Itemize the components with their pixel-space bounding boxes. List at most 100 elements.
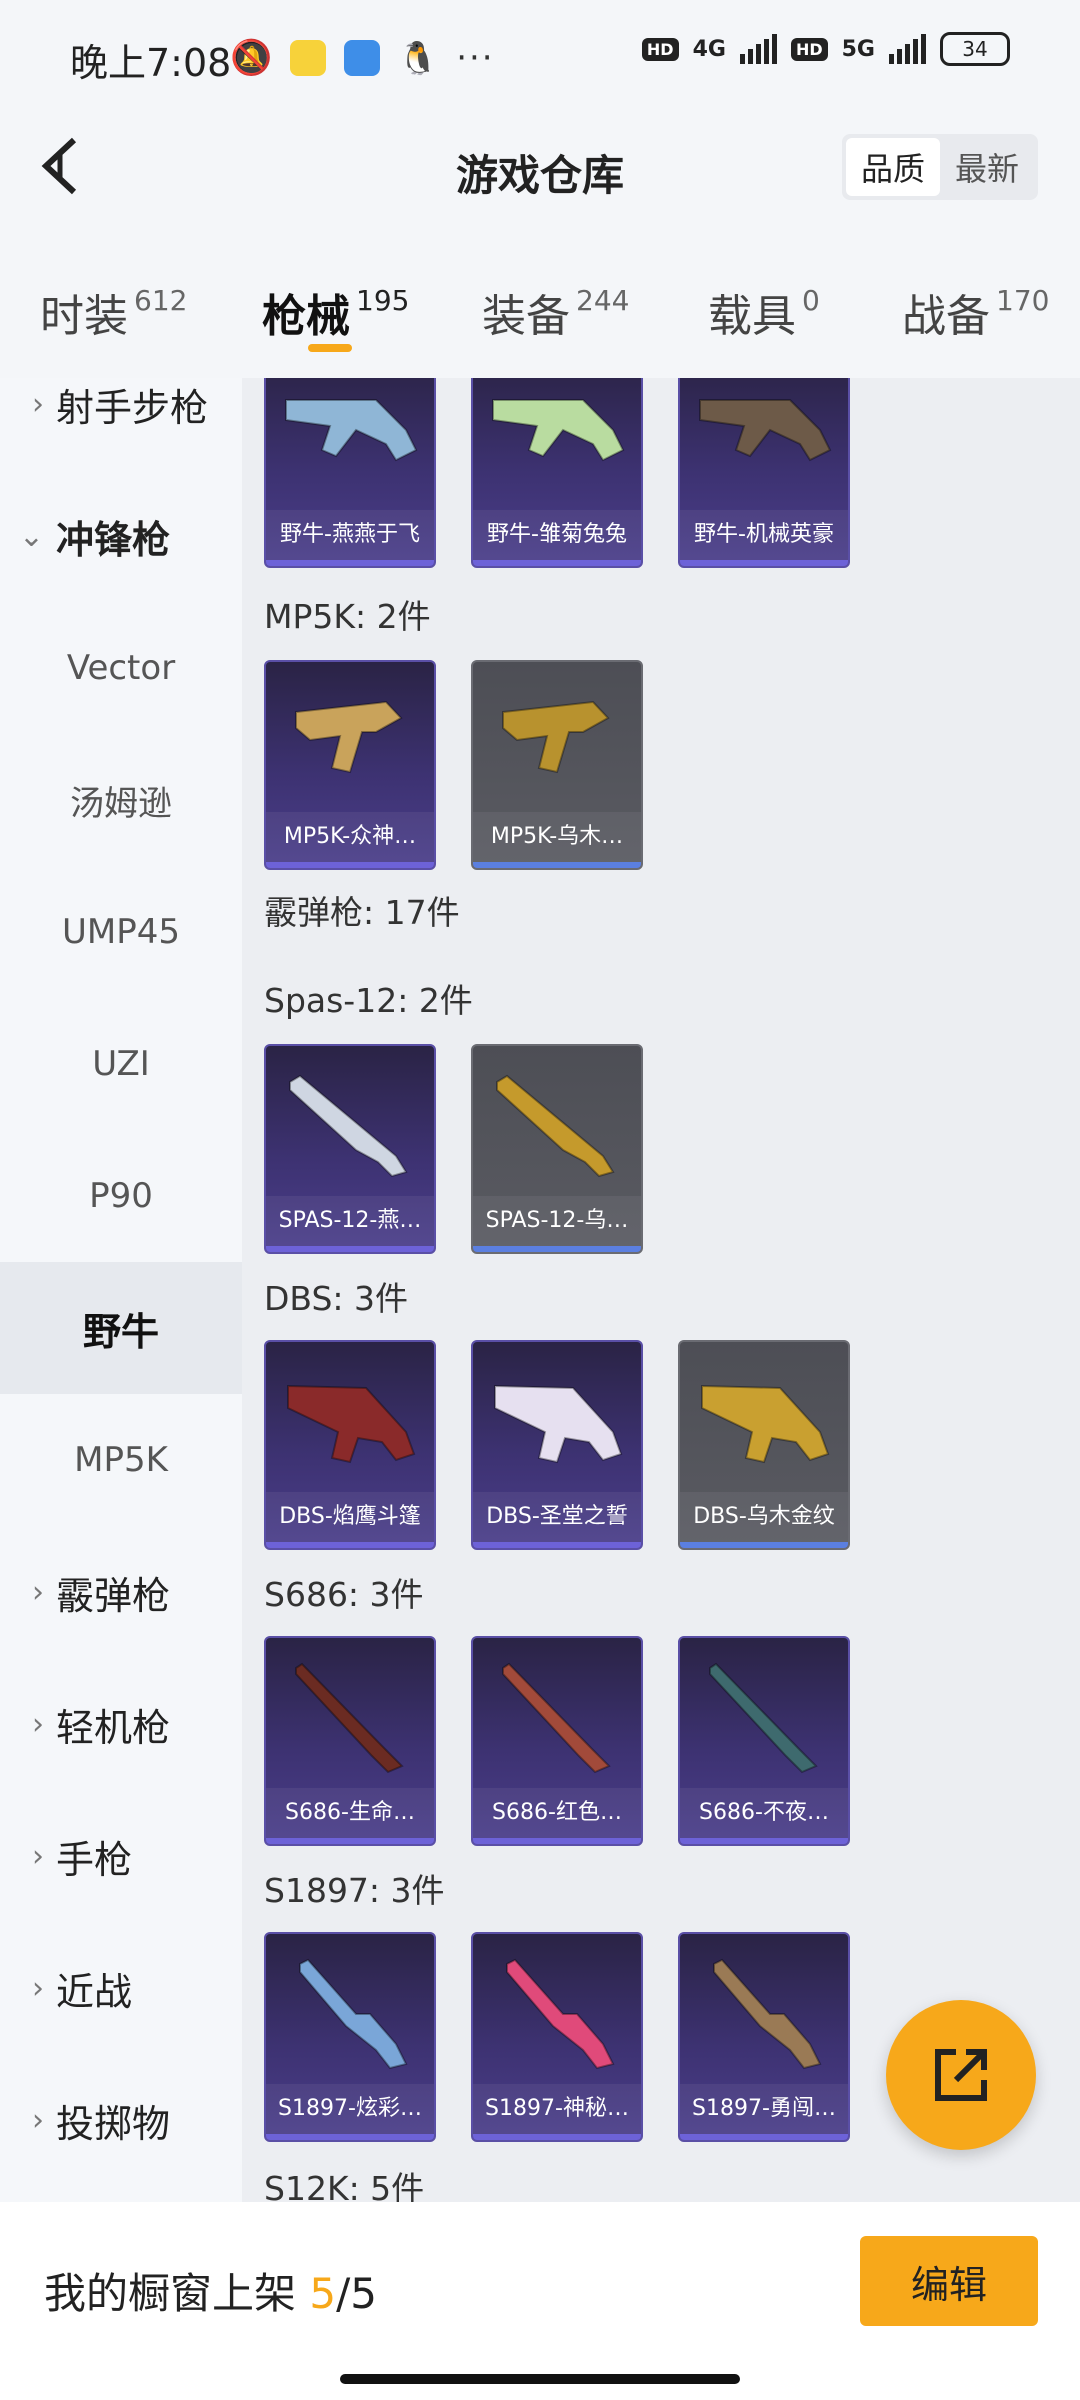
tab-equipment[interactable]: 装备 244 bbox=[482, 280, 629, 344]
tab-fashion[interactable]: 时装 612 bbox=[40, 280, 187, 344]
skin-card[interactable]: 野牛-燕燕于飞 bbox=[264, 378, 436, 568]
sidebar-item-shotgun[interactable]: › 霰弹枪 bbox=[0, 1526, 242, 1658]
sort-quality-button[interactable]: 品质 bbox=[846, 138, 940, 196]
card-rarity-bar bbox=[680, 1838, 848, 1844]
sidebar-item-throwables[interactable]: › 投掷物 bbox=[0, 2054, 242, 2186]
edit-button[interactable]: 编辑 bbox=[860, 2236, 1038, 2326]
more-dots-icon: ··· bbox=[456, 38, 495, 78]
sidebar-item-pistol[interactable]: › 手枪 bbox=[0, 1790, 242, 1922]
group-title-s1897: S1897: 3件 bbox=[264, 1871, 445, 1910]
skin-card[interactable]: SPAS-12-乌… bbox=[471, 1044, 643, 1254]
bottom-bar: 我的橱窗上架 5/5 编辑 bbox=[0, 2202, 1080, 2400]
chevron-right-icon: › bbox=[32, 386, 44, 422]
skin-card[interactable]: MP5K-乌木… bbox=[471, 660, 643, 870]
chevron-right-icon: › bbox=[32, 1838, 44, 1874]
skin-card[interactable]: S1897-神秘… bbox=[471, 1932, 643, 2142]
share-button[interactable] bbox=[886, 2000, 1036, 2150]
sidebar-item-thompson[interactable]: 汤姆逊 bbox=[0, 734, 242, 866]
sidebar-item-mp5k[interactable]: MP5K bbox=[0, 1394, 242, 1526]
skin-name: 野牛-雏菊兔兔 bbox=[473, 510, 641, 560]
card-rarity-bar bbox=[473, 560, 641, 566]
group-title-s686: S686: 3件 bbox=[264, 1575, 424, 1614]
skin-name: S1897-炫彩… bbox=[266, 2084, 434, 2134]
tab-count: 195 bbox=[356, 284, 410, 317]
skin-card[interactable]: SPAS-12-燕… bbox=[264, 1044, 436, 1254]
gun-skin-image bbox=[701, 1384, 830, 1464]
tab-firearms[interactable]: 枪械 195 bbox=[262, 280, 409, 344]
gun-skin-image bbox=[709, 1662, 818, 1774]
showcase-shelf-status: 我的橱窗上架 5/5 bbox=[44, 2260, 377, 2321]
sidebar-item-uzi[interactable]: UZI bbox=[0, 998, 242, 1130]
skin-name: S686-不夜… bbox=[680, 1788, 848, 1838]
card-rarity-bar bbox=[473, 1838, 641, 1844]
gun-skin-image bbox=[713, 1958, 822, 2070]
sidebar-item-label: 野牛 bbox=[82, 1309, 159, 1354]
card-rarity-bar bbox=[266, 1542, 434, 1548]
skin-name: 野牛-机械英豪 bbox=[680, 510, 848, 560]
skin-name: S686-生命… bbox=[266, 1788, 434, 1838]
tab-count: 244 bbox=[576, 284, 630, 317]
card-rarity-bar bbox=[266, 1838, 434, 1844]
gun-skin-image bbox=[502, 700, 610, 774]
gun-skin-image bbox=[502, 1662, 611, 1774]
sidebar-item-smg[interactable]: ⌄ 冲锋枪 bbox=[0, 470, 242, 602]
sidebar-item-lmg[interactable]: › 轻机枪 bbox=[0, 1658, 242, 1790]
gun-skin-image bbox=[506, 1958, 615, 2070]
sidebar-item-p90[interactable]: P90 bbox=[0, 1130, 242, 1262]
group-title-s12k: S12K: 5件 bbox=[264, 2169, 425, 2202]
gun-skin-image bbox=[295, 1662, 404, 1774]
card-rarity-bar bbox=[680, 1542, 848, 1548]
chevron-right-icon: › bbox=[32, 1970, 44, 2006]
home-indicator[interactable] bbox=[340, 2374, 740, 2384]
sidebar-item-melee[interactable]: › 近战 bbox=[0, 1922, 242, 2054]
signal-icon-2 bbox=[889, 34, 926, 64]
card-rarity-bar bbox=[266, 1246, 434, 1252]
bell-muted-icon: 🔕 bbox=[230, 38, 273, 78]
tab-supplies[interactable]: 战备 170 bbox=[902, 280, 1049, 344]
skin-grid-area[interactable]: 野牛-燕燕于飞 野牛-雏菊兔兔 野牛-机械英豪 MP5K: 2件 MP5K-众神… bbox=[242, 378, 1080, 2202]
skin-name: SPAS-12-燕… bbox=[266, 1196, 434, 1246]
network-5g-label: 5G bbox=[841, 36, 875, 62]
gun-skin-image bbox=[496, 1074, 615, 1178]
status-system-icons: HD 4G HD 5G 34 bbox=[641, 32, 1010, 66]
skin-card[interactable]: S1897-勇闯… bbox=[678, 1932, 850, 2142]
skin-card[interactable]: DBS-焰鹰斗篷 bbox=[264, 1340, 436, 1550]
sidebar-item-bizon[interactable]: 野牛 bbox=[0, 1262, 242, 1394]
skin-card[interactable]: S686-红色… bbox=[471, 1636, 643, 1846]
signal-icon bbox=[739, 34, 777, 64]
card-rarity-bar bbox=[680, 2134, 848, 2140]
card-rarity-bar bbox=[473, 862, 641, 868]
skin-name: MP5K-众神… bbox=[266, 812, 434, 862]
sidebar-item-label: 轻机枪 bbox=[56, 1705, 171, 1750]
skin-card[interactable]: 野牛-雏菊兔兔 bbox=[471, 378, 643, 568]
header: 游戏仓库 品质 最新 bbox=[0, 118, 1080, 258]
sidebar-item-marksman-rifle[interactable]: › 射手步枪 bbox=[0, 378, 242, 470]
skin-name: 野牛-燕燕于飞 bbox=[266, 510, 434, 560]
skin-name: MP5K-乌木… bbox=[473, 812, 641, 862]
skin-card[interactable]: MP5K-众神… bbox=[264, 660, 436, 870]
sidebar-item-ump45[interactable]: UMP45 bbox=[0, 866, 242, 998]
tab-vehicles[interactable]: 载具 0 bbox=[708, 280, 820, 344]
sidebar-item-label: 冲锋枪 bbox=[56, 517, 171, 562]
card-rarity-bar bbox=[680, 560, 848, 566]
sidebar-item-vector[interactable]: Vector bbox=[0, 602, 242, 734]
skin-name: DBS-乌木金纹 bbox=[680, 1492, 848, 1542]
sidebar-item-label: UMP45 bbox=[62, 912, 180, 952]
tab-label: 战备 bbox=[902, 291, 990, 342]
skin-card[interactable]: 野牛-机械英豪 bbox=[678, 378, 850, 568]
skin-card[interactable]: DBS-乌木金纹 bbox=[678, 1340, 850, 1550]
card-rarity-bar bbox=[473, 2134, 641, 2140]
gun-skin-image bbox=[287, 1384, 416, 1464]
skin-card[interactable]: S1897-炫彩… bbox=[264, 1932, 436, 2142]
skin-card[interactable]: S686-生命… bbox=[264, 1636, 436, 1846]
status-bar: 晚上7:08 🔕 🐧 ··· HD 4G HD 5G 34 bbox=[0, 0, 1080, 118]
sort-toggle: 品质 最新 bbox=[842, 134, 1038, 200]
sidebar-item-label: UZI bbox=[92, 1044, 150, 1084]
status-time: 晚上7:08 bbox=[70, 41, 232, 85]
tab-label: 时装 bbox=[40, 291, 128, 342]
skin-card[interactable]: DBS-圣堂之誓 bbox=[471, 1340, 643, 1550]
skin-card[interactable]: S686-不夜… bbox=[678, 1636, 850, 1846]
sort-newest-button[interactable]: 最新 bbox=[940, 138, 1034, 196]
qq-icon: 🐧 bbox=[398, 39, 439, 77]
group-title-dbs: DBS: 3件 bbox=[264, 1279, 409, 1318]
